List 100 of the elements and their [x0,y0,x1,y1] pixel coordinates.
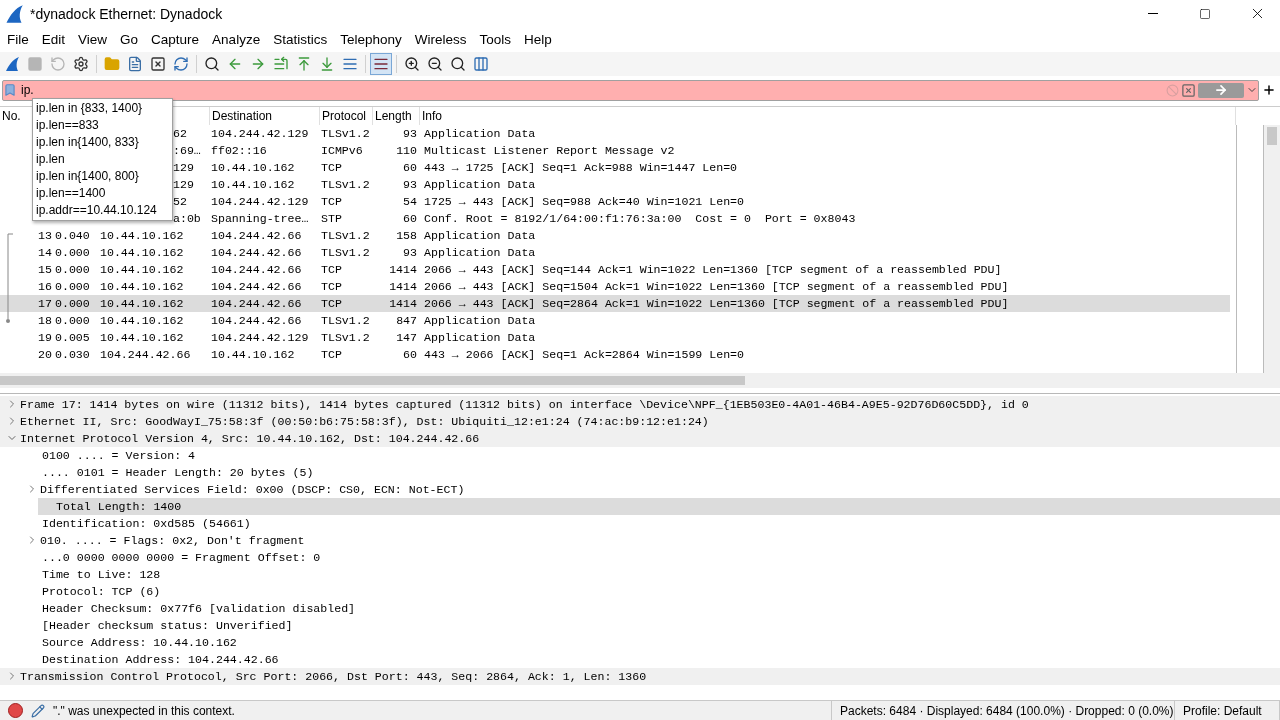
autocomplete-item[interactable]: ip.addr==10.44.10.124 [33,202,172,219]
autocomplete-item[interactable]: ip.len==1400 [33,185,172,202]
packet-row[interactable]: a:0b Spanning-tree… STP 60 Conf. Root = 8192/1/64:00:f1:76:3a:00 Cost = 0 Port = 0x8043 [173,209,1230,227]
tree-row[interactable]: Header Checksum: 0x77f6 [validation disabled] [0,599,1280,617]
gear-icon [73,55,89,72]
column-header[interactable]: Protocol [320,106,373,125]
packet-minimap[interactable] [1236,124,1264,373]
packet-cell: Application Data [424,245,536,259]
packet-cell: 10.44.10.162 [100,279,184,293]
bookmark-icon[interactable] [3,83,17,98]
go-to-packet-icon [273,55,289,72]
packet-row[interactable]: 20 0.030 104.244.42.66 10.44.10.162 TCP 60 443 → 2066 [ACK] Seq=1 Ack=2864 Win=1599 Len=0 [0,345,1230,363]
menu-item[interactable]: Statistics [266,29,334,50]
packet-cell: 19 [38,330,52,344]
display-filter-field[interactable]: ip. [2,79,1259,101]
tree-row[interactable]: ...0 0000 0000 0000 = Fragment Offset: 0 [0,548,1280,566]
apply-button[interactable] [1198,82,1244,98]
colorize-button[interactable] [370,52,392,75]
horizontal-scrollbar[interactable] [0,372,1280,388]
minimize-icon [1148,13,1158,14]
packet-row[interactable]: 62 104.244.42.129 TLSv1.2 93 Application Data [173,124,1230,142]
packet-row[interactable]: 17 0.000 10.44.10.162 104.244.42.66 TCP 1414 2066 → 443 [ACK] Seq=2864 Ack=1 Win=1022 Len=1360 [TCP segment of a reassembled PDU] [0,294,1230,312]
menu-item[interactable]: Edit [34,29,72,50]
packet-row[interactable]: 18 0.000 10.44.10.162 104.244.42.66 TLSv1.2 847 Application Data [0,311,1230,329]
packet-cell: 18 [38,313,52,327]
pencil-icon[interactable] [31,703,45,718]
menu-item[interactable]: File [0,29,35,50]
autocomplete-item[interactable]: ip.len in {833, 1400} [33,100,172,117]
packet-row[interactable]: 16 0.000 10.44.10.162 104.244.42.66 TCP 1414 2066 → 443 [ACK] Seq=1504 Ack=1 Win=1022 Len=1360 [TCP segment of a reassembled PDU] [0,277,1230,295]
packet-cell: 104.244.42.66 [100,347,191,361]
tree-row[interactable]: Transmission Control Protocol, Src Port: 2066, Dst Port: 443, Seq: 2864, Ack: 1, Len: 1360 [0,667,1280,685]
packet-cell: 10.44.10.162 [100,330,184,344]
tree-row[interactable]: Destination Address: 104.244.42.66 [0,650,1280,668]
packet-row[interactable]: 19 0.005 10.44.10.162 104.244.42.129 TLSv1.2 147 Application Data [0,328,1230,346]
packet-cell: 0.000 [55,296,90,310]
circular-arrow-icon [50,55,66,72]
profile-label[interactable]: Profile: Default [1183,703,1262,718]
tree-row[interactable]: 010. .... = Flags: 0x2, Don't fragment [0,531,1280,549]
tree-item-text: [Header checksum status: Unverified] [42,617,293,634]
packet-cell: 15 [38,262,52,276]
packet-row[interactable]: 52 104.244.42.129 TCP 54 1725 → 443 [ACK] Seq=988 Ack=40 Win=1021 Len=0 [173,192,1230,210]
menu-item[interactable]: Go [113,29,145,50]
tree-row[interactable]: Identification: 0xd585 (54661) [0,514,1280,532]
packet-cell: 10.44.10.162 [100,228,184,242]
column-header[interactable]: Destination [210,106,320,125]
tree-row[interactable]: 0100 .... = Version: 4 [0,446,1280,464]
packet-row[interactable]: 129 10.44.10.162 TCP 60 443 → 1725 [ACK] Seq=1 Ack=988 Win=1447 Len=0 [173,158,1230,176]
app-logo-icon [4,3,24,24]
menu-item[interactable]: Wireless [407,29,473,50]
packet-row[interactable]: 13 0.040 10.44.10.162 104.244.42.66 TLSv1.2 158 Application Data [0,226,1230,244]
column-header[interactable]: Info [420,106,1236,125]
packet-cell: 0.030 [55,347,90,361]
menu-item[interactable]: Capture [144,29,206,50]
add-filter-button[interactable] [1262,83,1276,98]
autocomplete-item[interactable]: ip.len in{1400, 800} [33,168,172,185]
tree-item-text: Frame 17: 1414 bytes on wire (11312 bits), 1414 bytes captured (11312 bits) on interface \Device\NPF_{1EB503E0-4A01-46B4-A9E5-92D76D60C5DD}, id 0 [20,396,1029,413]
magnifier-icon [450,55,466,72]
tree-row[interactable]: .... 0101 = Header Length: 20 bytes (5) [0,463,1280,481]
packet-row[interactable]: 14 0.000 10.44.10.162 104.244.42.66 TLSv1.2 93 Application Data [0,243,1230,261]
autocomplete-item[interactable]: ip.len in{1400, 833} [33,134,172,151]
tree-row[interactable]: Source Address: 10.44.10.162 [0,633,1280,651]
tree-row[interactable]: Time to Live: 128 [0,565,1280,583]
tree-item-text: Total Length: 1400 [56,498,182,515]
packet-row[interactable]: :69… ff02::16 ICMPv6 110 Multicast Listener Report Message v2 [173,141,1230,159]
tree-row[interactable]: Total Length: 1400 [38,497,1280,515]
up-arrow-icon [296,55,312,72]
packet-row[interactable]: 15 0.000 10.44.10.162 104.244.42.66 TCP 1414 2066 → 443 [ACK] Seq=144 Ack=1 Win=1022 Len=1360 [TCP segment of a reassembled PDU] [0,260,1230,278]
columns-icon [473,55,489,72]
menu-item[interactable]: Tools [472,29,517,50]
packet-cell: Application Data [424,330,536,344]
packet-cell: 10.44.10.162 [100,262,184,276]
packet-cell: 10.44.10.162 [100,296,184,310]
vertical-scrollbar[interactable] [1264,124,1280,373]
packet-cell: TCP [321,262,342,276]
packet-cell: Application Data [424,126,536,140]
packet-cell: 0.000 [55,245,90,259]
tree-row[interactable]: [Header checksum status: Unverified] [0,616,1280,634]
menu-item[interactable]: View [71,29,114,50]
packet-cell: 14 [38,245,52,259]
packet-cell: 104.244.42.66 [211,296,302,310]
packet-cell: ICMPv6 [321,143,363,157]
packet-cell: 20 [38,347,52,361]
packet-row[interactable]: 129 10.44.10.162 TLSv1.2 93 Application Data [173,175,1230,193]
menu-item[interactable]: Telephony [333,29,408,50]
display-filter-input[interactable]: ip. [19,81,1164,99]
packet-cell: TLSv1.2 [321,313,370,327]
tree-item-text: Internet Protocol Version 4, Src: 10.44.10.162, Dst: 104.244.42.66 [20,430,480,447]
packet-cell: 0.000 [55,262,90,276]
autocomplete-item[interactable]: ip.len==833 [33,117,172,134]
tree-row[interactable]: Differentiated Services Field: 0x00 (DSCP: CS0, ECN: Not-ECT) [0,480,1280,498]
autocomplete-item[interactable]: ip.len [33,151,172,168]
tree-item-text: Identification: 0xd585 (54661) [42,515,251,532]
column-header[interactable]: Length [373,106,420,125]
menu-item[interactable]: Analyze [205,29,267,50]
zoom-in-icon [404,55,420,72]
tree-row[interactable]: Protocol: TCP (6) [0,582,1280,600]
clear-button[interactable] [1181,82,1196,98]
menu-item[interactable]: Help [517,29,558,50]
tree-row[interactable]: Frame 17: 1414 bytes on wire (11312 bits), 1414 bytes captured (11312 bits) on interface \Device\NPF_{1EB503E0-4A01-46B4-A9E5-92D76D60C5DD}, id 0 [0,395,1280,413]
maximize-icon [1199,7,1211,20]
